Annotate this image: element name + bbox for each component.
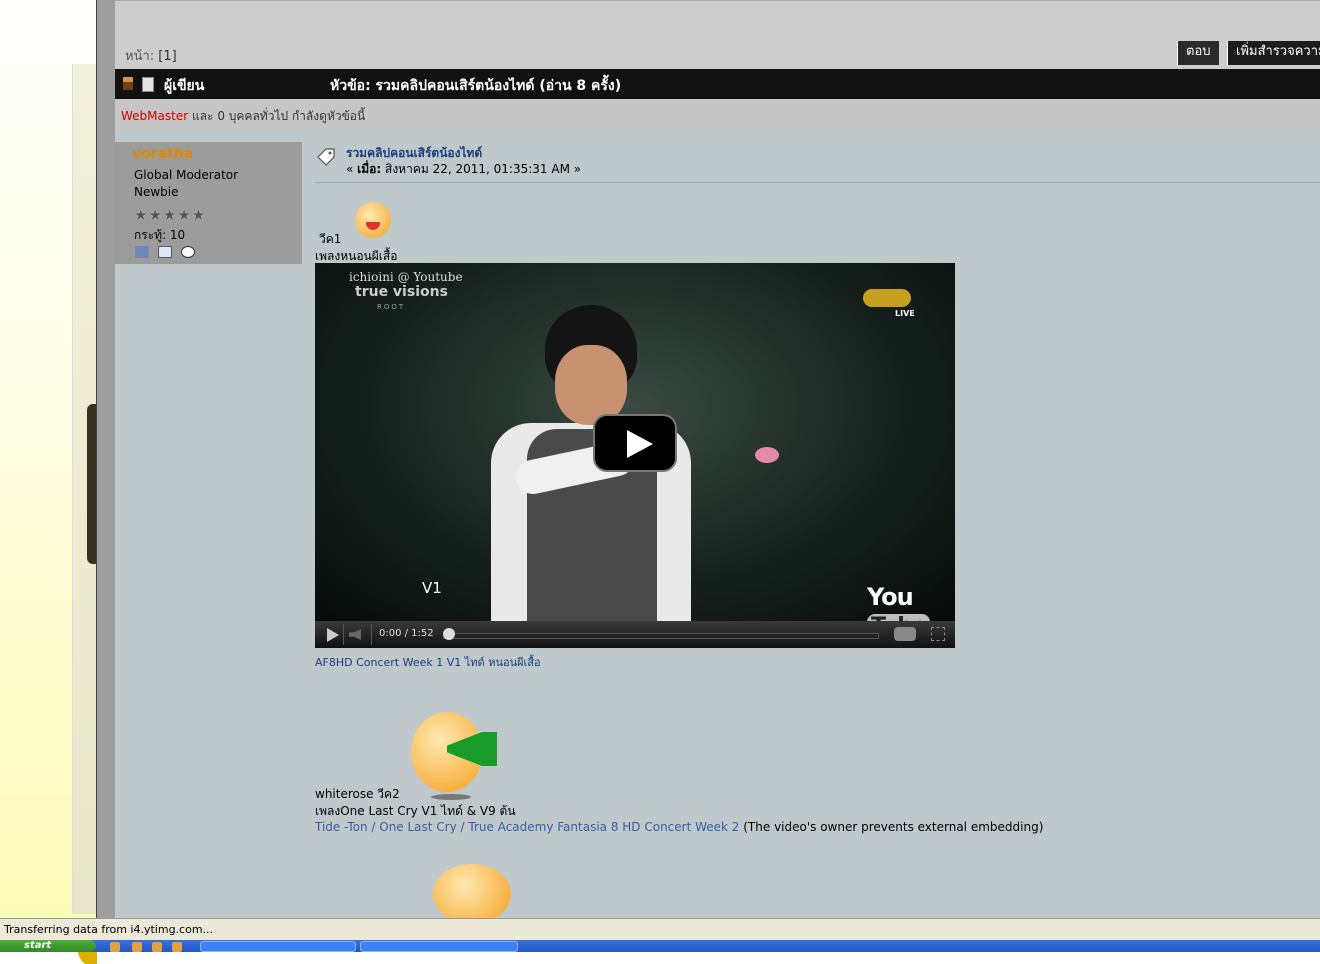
start-button[interactable]: start <box>0 940 96 952</box>
forum-main: หน้า: [1] ตอบ เพิ่มสำรวจความ ผู้เขียน หั… <box>115 0 1320 918</box>
channel-logo-icon <box>863 289 911 307</box>
rank-stars: ★★★★★ <box>134 206 207 224</box>
video-watermark-channel: true visions <box>355 284 448 300</box>
video-watermark-sub: ROOT <box>377 303 406 311</box>
profile-icon[interactable] <box>135 246 149 258</box>
topic-title: หัวข้อ: รวมคลิปคอนเสิร์ตน้องไทด์ (อ่าน 8… <box>330 78 622 94</box>
post-line-song2: เพลงOne Last Cry V1 ไทด์ & V9 ต้น <box>315 804 516 818</box>
post-divider <box>315 182 1320 183</box>
pagination-current[interactable]: [1] <box>158 49 176 64</box>
pagination-label: หน้า: <box>125 49 155 64</box>
smiley-emoticon-icon <box>355 202 391 238</box>
volume-icon[interactable] <box>349 629 361 640</box>
video-watermark-uploader: ichioini @ Youtube <box>349 270 463 284</box>
megaphone-emoticon-icon <box>411 712 497 800</box>
topic-category-bar: ผู้เขียน หัวข้อ: รวมคลิปคอนเสิร์ตน้องไทด… <box>115 69 1320 99</box>
fullscreen-icon[interactable] <box>931 627 945 641</box>
video-progress-track[interactable] <box>443 633 879 639</box>
external-video-link[interactable]: Tide -Ton / One Last Cry / True Academy … <box>315 820 739 834</box>
video-controls: 0:00 / 1:52 <box>315 621 955 648</box>
youtube-logo-you: You <box>867 583 914 611</box>
viewers-bar: WebMaster และ 0 บุคคลทั่วไป กำลังดูหัวข้… <box>115 100 1320 130</box>
video-caption-link[interactable]: AF8HD Concert Week 1 V1 ไทด์ หนอนผีเสื้อ <box>315 653 541 671</box>
topic-folder-icon <box>123 77 133 90</box>
pagination: หน้า: [1] <box>125 45 177 66</box>
rose-prop <box>755 447 779 463</box>
date-label: เมื่อ: <box>357 162 382 176</box>
post-video-link-row: Tide -Ton / One Last Cry / True Academy … <box>315 820 1043 834</box>
quality-menu-button[interactable] <box>894 627 916 641</box>
poster-username[interactable]: voratha <box>132 146 193 162</box>
quicklaunch-icon[interactable] <box>110 942 120 952</box>
play-button[interactable] <box>593 414 677 472</box>
add-poll-button[interactable]: เพิ่มสำรวจความ <box>1227 41 1320 65</box>
quicklaunch-icon[interactable] <box>132 942 142 952</box>
video-label: V1 <box>422 579 442 597</box>
topic-header: หน้า: [1] ตอบ เพิ่มสำรวจความ <box>115 0 1320 70</box>
reply-button[interactable]: ตอบ <box>1177 41 1219 65</box>
poster-rank: Newbie <box>134 185 179 199</box>
personal-message-icon[interactable] <box>180 246 195 258</box>
quicklaunch-icon[interactable] <box>172 942 182 952</box>
author-column-label: ผู้เขียน <box>164 78 205 94</box>
date-prefix: « <box>346 162 358 176</box>
control-play-icon[interactable] <box>327 628 339 642</box>
video-time: 0:00 / 1:52 <box>379 628 434 639</box>
taskbar-window-button[interactable] <box>200 941 356 952</box>
post-tag-icon <box>317 148 335 166</box>
taskbar-window-button[interactable] <box>360 941 518 952</box>
video-progress-knob[interactable] <box>443 628 455 640</box>
play-icon <box>627 430 653 458</box>
windows-taskbar: start <box>0 940 1320 952</box>
email-icon[interactable] <box>157 246 172 258</box>
poster-post-count: กระทู้: 10 <box>134 228 186 242</box>
poster-info: voratha Global Moderator Newbie ★★★★★ กร… <box>115 142 302 264</box>
post-date: « เมื่อ: สิงหาคม 22, 2011, 01:35:31 AM » <box>346 160 581 179</box>
viewers-text: และ 0 บุคคลทั่วไป กำลังดูหัวข้อนี้ <box>188 109 366 123</box>
viewer-user-link[interactable]: WebMaster <box>121 109 188 123</box>
embed-note: (The video's owner prevents external emb… <box>739 820 1044 834</box>
date-value: สิงหาคม 22, 2011, 01:35:31 AM » <box>381 162 582 176</box>
left-banner-photo <box>72 64 97 964</box>
youtube-video-player[interactable]: ichioini @ Youtube true visions ROOT LIV… <box>315 263 955 648</box>
browser-status-bar: Transferring data from i4.ytimg.com... <box>0 918 1320 940</box>
document-icon <box>142 77 154 92</box>
poster-role: Global Moderator <box>134 168 239 182</box>
poster-actions <box>135 246 200 261</box>
quicklaunch-icon[interactable] <box>152 942 162 952</box>
live-badge: LIVE <box>895 309 915 318</box>
left-gray-bar <box>96 0 116 918</box>
beer-emoticon-icon <box>433 864 511 918</box>
